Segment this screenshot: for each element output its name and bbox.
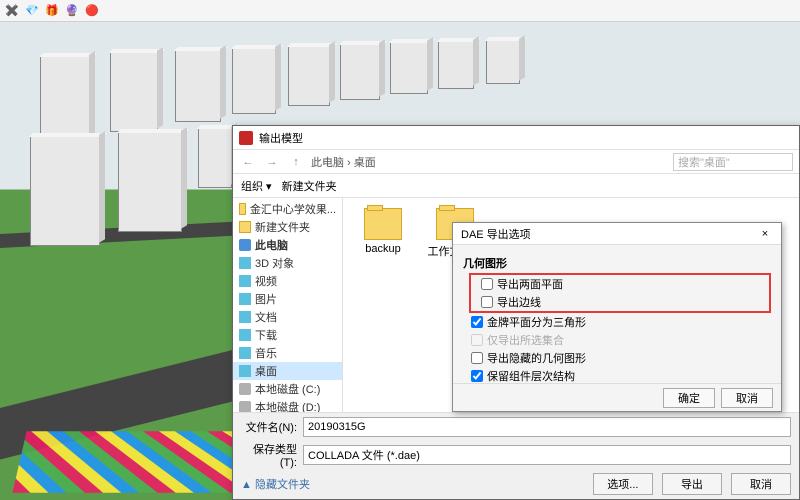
- folder-icon: [239, 239, 251, 251]
- chk-hierarchy[interactable]: [471, 370, 483, 382]
- colorful-building: [12, 431, 247, 493]
- tool-ruby4-icon[interactable]: 🔴: [84, 3, 100, 19]
- tree-label: 本地磁盘 (C:): [255, 381, 320, 397]
- tree-label: 新建文件夹: [255, 219, 310, 235]
- cancel-button[interactable]: 取消: [731, 473, 791, 495]
- options-titlebar[interactable]: DAE 导出选项 ×: [453, 223, 781, 245]
- tree-label: 下载: [255, 327, 277, 343]
- options-button[interactable]: 选项...: [593, 473, 653, 495]
- folder-icon: [239, 257, 251, 269]
- app-icon: [239, 131, 253, 145]
- folder-icon: [239, 221, 251, 233]
- tree-label: 此电脑: [255, 237, 288, 253]
- save-button[interactable]: 导出: [662, 473, 722, 495]
- folder-icon: [239, 329, 251, 341]
- collapse-folders[interactable]: ▲ 隐藏文件夹: [241, 476, 310, 492]
- file-label: backup: [365, 243, 400, 255]
- opt-cancel-button[interactable]: 取消: [721, 388, 773, 408]
- close-icon[interactable]: ×: [757, 228, 773, 240]
- sub-toolbar: 组织 ▾ 新建文件夹: [233, 174, 799, 198]
- tree-item[interactable]: 新建文件夹: [233, 218, 342, 236]
- dialog-footer: 文件名(N): 保存类型(T): ▲ 隐藏文件夹 选项... 导出 取消: [233, 412, 799, 499]
- filetype-select[interactable]: [303, 445, 791, 465]
- tool-pencil-icon[interactable]: ✖️: [4, 3, 20, 19]
- folder-icon: [239, 293, 251, 305]
- nav-tree[interactable]: 金汇中心学效果... 新建文件夹此电脑 3D 对象视频图片文档下载音乐桌面本地磁盘 …: [233, 198, 343, 412]
- breadcrumb[interactable]: 此电脑 › 桌面: [311, 154, 667, 170]
- nav-up-icon[interactable]: ↑: [287, 156, 305, 168]
- tool-ruby2-icon[interactable]: 🎁: [44, 3, 60, 19]
- dae-options-dialog: DAE 导出选项 × 几何图形 导出两面平面 导出边线 金牌平面分为三角形 仅导…: [452, 222, 782, 412]
- nav-back-icon[interactable]: ←: [239, 156, 257, 168]
- tree-label: 图片: [255, 291, 277, 307]
- options-title-text: DAE 导出选项: [461, 226, 531, 242]
- group-geometry: 几何图形: [463, 255, 771, 271]
- dialog-titlebar[interactable]: 输出模型: [233, 126, 799, 150]
- tree-label: 3D 对象: [255, 255, 294, 271]
- ok-button[interactable]: 确定: [663, 388, 715, 408]
- chk-selection: [471, 334, 483, 346]
- folder-icon: [239, 383, 251, 395]
- search-input[interactable]: 搜索"桌面": [673, 153, 793, 171]
- tree-label: 桌面: [255, 363, 277, 379]
- nav-fwd-icon[interactable]: →: [263, 156, 281, 168]
- folder-icon: [239, 401, 251, 412]
- filetype-label: 保存类型(T):: [241, 441, 297, 469]
- tree-label: 音乐: [255, 345, 277, 361]
- tree-item[interactable]: 桌面: [233, 362, 342, 380]
- organize-menu[interactable]: 组织 ▾: [241, 178, 272, 194]
- tree-item[interactable]: 图片: [233, 290, 342, 308]
- tree-item[interactable]: 此电脑: [233, 236, 342, 254]
- folder-icon: [364, 208, 402, 240]
- tree-item[interactable]: 音乐: [233, 344, 342, 362]
- tree-label: 文档: [255, 309, 277, 325]
- newfolder-button[interactable]: 新建文件夹: [282, 178, 337, 194]
- highlight-box: 导出两面平面 导出边线: [469, 273, 771, 313]
- chk-edges[interactable]: [481, 296, 493, 308]
- tool-ruby1-icon[interactable]: 💎: [24, 3, 40, 19]
- folder-icon: [239, 365, 251, 377]
- tree-label: 金汇中心学效果...: [250, 201, 336, 217]
- tool-ruby3-icon[interactable]: 🔮: [64, 3, 80, 19]
- folder-icon: [239, 311, 251, 323]
- folder-icon: [239, 347, 251, 359]
- tree-item[interactable]: 文档: [233, 308, 342, 326]
- dialog-title-text: 输出模型: [259, 130, 303, 146]
- tree-item[interactable]: 金汇中心学效果...: [233, 200, 342, 218]
- tree-item[interactable]: 本地磁盘 (C:): [233, 380, 342, 398]
- tree-item[interactable]: 3D 对象: [233, 254, 342, 272]
- folder-icon: [239, 275, 251, 287]
- main-toolbar: ✖️ 💎 🎁 🔮 🔴: [0, 0, 800, 22]
- chk-hidden[interactable]: [471, 352, 483, 364]
- filename-label: 文件名(N):: [241, 419, 297, 435]
- chk-two-sided[interactable]: [481, 278, 493, 290]
- filename-input[interactable]: [303, 417, 791, 437]
- tree-item[interactable]: 视频: [233, 272, 342, 290]
- file-item[interactable]: backup: [353, 208, 413, 255]
- tree-item[interactable]: 本地磁盘 (D:): [233, 398, 342, 412]
- tree-label: 本地磁盘 (D:): [255, 399, 320, 412]
- chk-triangulate[interactable]: [471, 316, 483, 328]
- tree-label: 视频: [255, 273, 277, 289]
- folder-icon: [239, 203, 246, 215]
- nav-bar: ← → ↑ 此电脑 › 桌面 搜索"桌面": [233, 150, 799, 174]
- tree-item[interactable]: 下载: [233, 326, 342, 344]
